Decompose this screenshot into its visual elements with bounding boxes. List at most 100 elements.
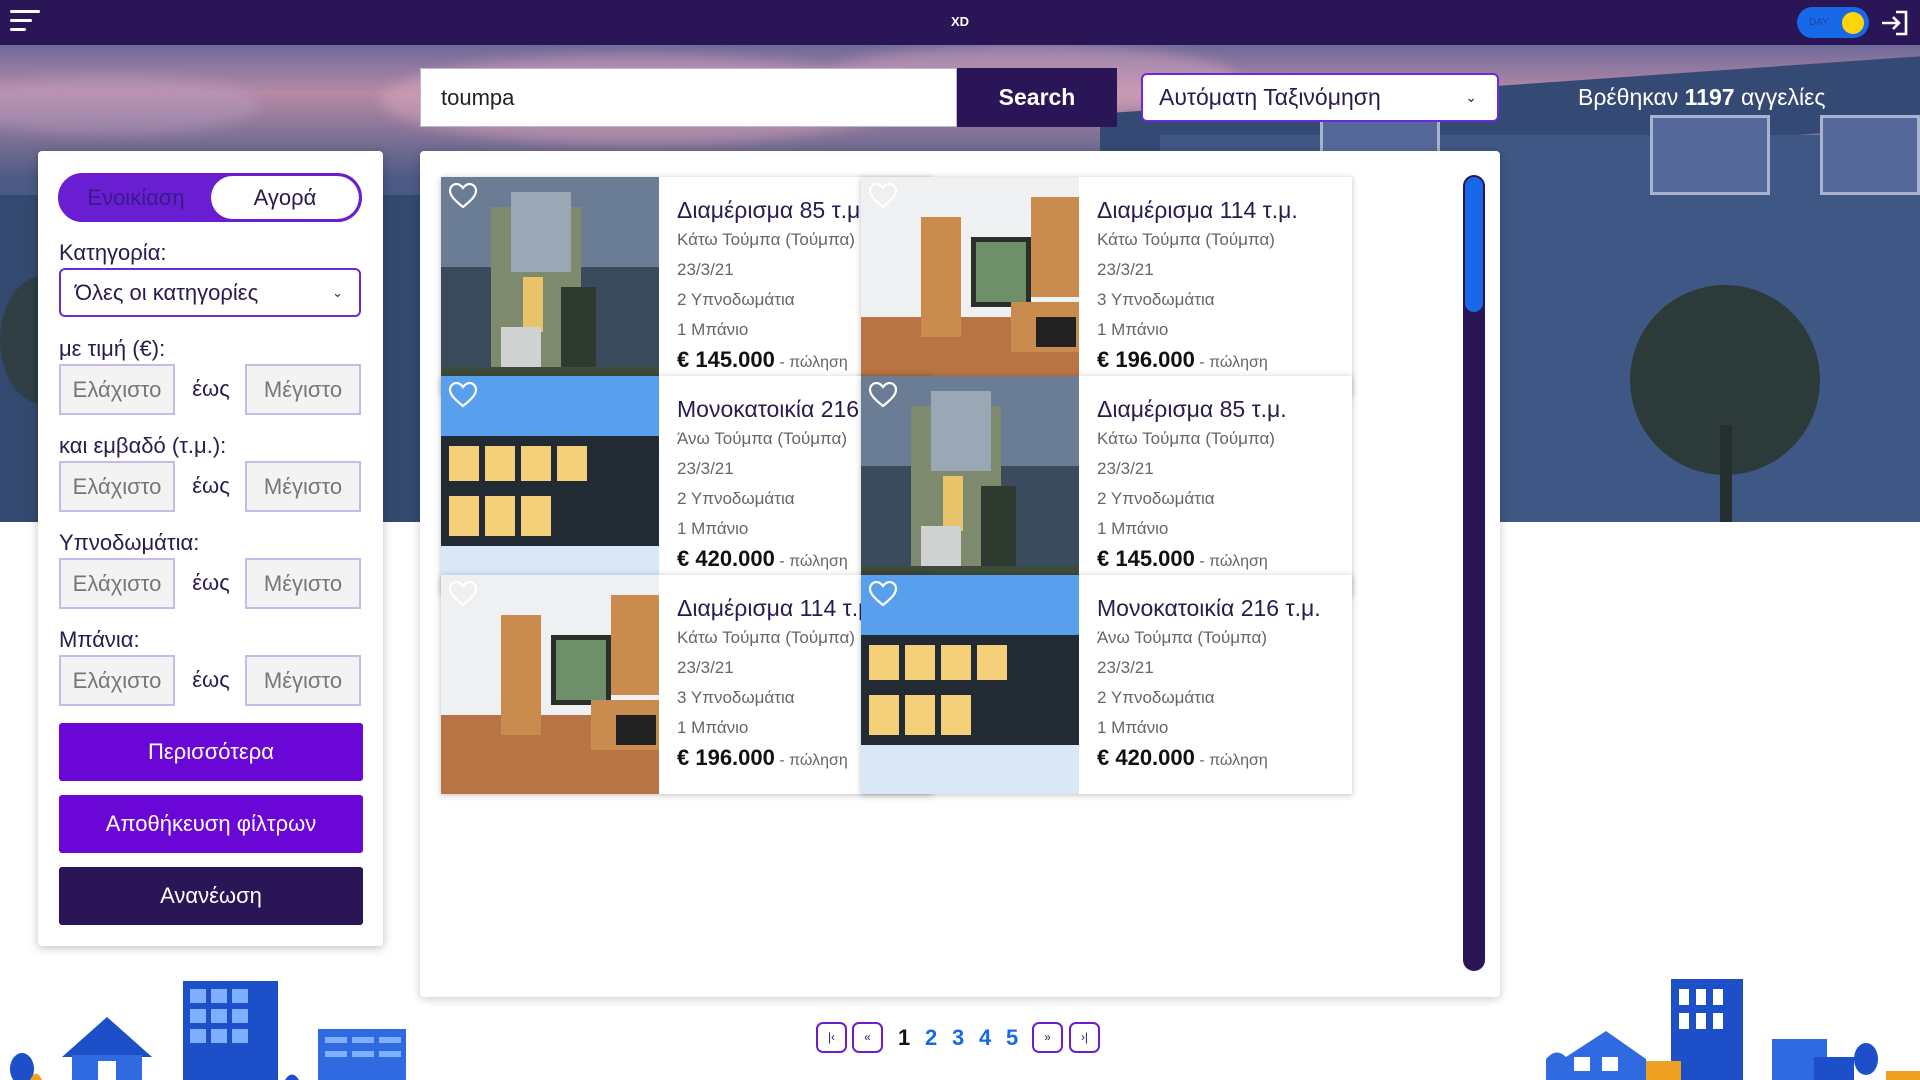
more-filters-button[interactable]: Περισσότερα [59,723,363,781]
bathrooms-label: Μπάνια: [59,627,140,652]
heart-icon[interactable] [449,382,477,408]
heart-icon[interactable] [449,183,477,209]
category-label: Κατηγορία: [59,240,167,265]
results-count: Βρέθηκαν 1197 αγγελίες [1578,84,1825,111]
price-to-label: έως [192,376,230,401]
listing-price: € 196.000 [1097,347,1195,372]
results-prefix: Βρέθηκαν [1578,84,1679,110]
theme-toggle[interactable]: DAY [1797,7,1869,38]
listing-price: € 145.000 [677,347,775,372]
listing-location: Κάτω Τούμπα (Τούμπα) [1097,230,1275,249]
sort-selected-label: Αυτόματη Ταξινόμηση [1159,84,1381,110]
listing-date: 23/3/21 [1097,459,1154,478]
bathrooms-max-input[interactable]: Μέγιστο [245,655,361,706]
area-to-label: έως [192,473,230,498]
listing-card[interactable]: Μονοκατοικία 216 τ.μ. Άνω Τούμπα (Τούμπα)… [861,575,1352,794]
listing-title[interactable]: Μονοκατοικία 216 τ.μ. [1097,593,1342,623]
listing-price-type: - πώληση [774,354,848,371]
page-number-5[interactable]: 5 [1006,1025,1018,1051]
listing-price-type: - πώληση [774,752,848,769]
page-number-4[interactable]: 4 [979,1025,991,1051]
last-page-button[interactable]: ›| [1069,1022,1100,1053]
price-label: με τιμή (€): [59,336,166,361]
listing-card[interactable]: Διαμέρισμα 114 τ.μ. Κάτω Τούμπα (Τούμπα) 2… [861,177,1352,396]
listing-bathrooms: 1 Μπάνιο [1097,320,1169,339]
listing-price: € 145.000 [1097,546,1195,571]
first-page-button[interactable]: |‹ [816,1022,847,1053]
bedrooms-to-label: έως [192,570,230,595]
sun-icon [1842,12,1864,34]
listing-price-type: - πώληση [1194,354,1268,371]
listing-price: € 420.000 [1097,745,1195,770]
listing-title[interactable]: Διαμέρισμα 114 τ.μ. [1097,195,1342,225]
listing-price: € 420.000 [677,546,775,571]
save-filters-button[interactable]: Αποθήκευση φίλτρων [59,795,363,853]
listing-card[interactable]: Διαμέρισμα 85 τ.μ. Κάτω Τούμπα (Τούμπα) 23… [861,376,1352,595]
listing-bathrooms: 1 Μπάνιο [1097,519,1169,538]
area-label: και εμβαδό (τ.μ.): [59,433,227,458]
chevron-down-icon: ⌄ [332,285,343,300]
listing-photo[interactable] [861,177,1079,396]
listing-bathrooms: 1 Μπάνιο [1097,718,1169,737]
listing-location: Κάτω Τούμπα (Τούμπα) [1097,429,1275,448]
price-min-input[interactable]: Ελάχιστο [59,364,175,415]
refresh-button[interactable]: Ανανέωση [59,867,363,925]
city-illustration-right [1546,969,1920,1080]
listings-scrollbar[interactable] [1463,175,1485,971]
heart-icon[interactable] [869,382,897,408]
filter-panel: Ενοικίαση Αγορά Κατηγορία: Όλες οι κατηγ… [38,151,383,946]
listing-photo[interactable] [441,575,659,794]
listing-price-row: € 420.000 - πώληση [1097,745,1342,771]
chevron-down-icon: ⌄ [1465,89,1477,105]
listings-panel: Διαμέρισμα 85 τ.μ. Κάτω Τούμπα (Τούμπα) 23… [420,151,1500,997]
bedrooms-max-input[interactable]: Μέγιστο [245,558,361,609]
listing-bedrooms: 2 Υπνοδωμάτια [1097,489,1215,508]
listing-location: Άνω Τούμπα (Τούμπα) [1097,628,1268,647]
bathrooms-to-label: έως [192,667,230,692]
search-input[interactable] [420,68,957,127]
listing-photo[interactable] [861,376,1079,595]
bedrooms-label: Υπνοδωμάτια: [59,530,200,555]
prev-page-button[interactable]: « [852,1022,883,1053]
mode-option-rent[interactable]: Ενοικίαση [61,176,211,219]
page-number-3[interactable]: 3 [952,1025,964,1051]
listing-title[interactable]: Διαμέρισμα 85 τ.μ. [1097,394,1342,424]
listing-price-row: € 145.000 - πώληση [1097,546,1342,572]
listing-photo[interactable] [441,376,659,595]
listing-price-type: - πώληση [1194,553,1268,570]
sort-select[interactable]: Αυτόματη Ταξινόμηση ⌄ [1141,73,1499,122]
login-icon[interactable] [1880,9,1910,37]
listing-date: 23/3/21 [1097,260,1154,279]
page-number-2[interactable]: 2 [925,1025,937,1051]
heart-icon[interactable] [449,581,477,607]
price-max-input[interactable]: Μέγιστο [245,364,361,415]
category-select[interactable]: Όλες οι κατηγορίες ⌄ [59,268,361,317]
listing-date: 23/3/21 [1097,658,1154,677]
listing-bedrooms: 3 Υπνοδωμάτια [1097,290,1215,309]
listing-card[interactable]: Διαμέρισμα 85 τ.μ. Κάτω Τούμπα (Τούμπα) 23… [441,177,932,396]
search-button[interactable]: Search [957,68,1117,127]
results-count-number: 1197 [1684,84,1735,110]
next-page-button[interactable]: » [1032,1022,1063,1053]
mode-option-buy[interactable]: Αγορά [211,176,359,219]
theme-toggle-label: DAY [1809,17,1829,28]
top-bar: XD DAY [0,0,1920,45]
page-number-1[interactable]: 1 [898,1025,910,1051]
area-min-input[interactable]: Ελάχιστο [59,461,175,512]
listing-card[interactable]: Διαμέρισμα 114 τ.μ. Κάτω Τούμπα (Τούμπα) 2… [441,575,932,794]
scrollbar-thumb[interactable] [1465,177,1483,312]
area-max-input[interactable]: Μέγιστο [245,461,361,512]
heart-icon[interactable] [869,183,897,209]
listing-mode-toggle[interactable]: Ενοικίαση Αγορά [58,173,362,222]
results-suffix: αγγελίες [1740,84,1826,110]
listing-photo[interactable] [441,177,659,396]
listing-price-type: - πώληση [774,553,848,570]
listing-card[interactable]: Μονοκατοικία 216 τ.μ. Άνω Τούμπα (Τούμπα)… [441,376,932,595]
listing-photo[interactable] [861,575,1079,794]
bathrooms-min-input[interactable]: Ελάχιστο [59,655,175,706]
listing-price-type: - πώληση [1194,752,1268,769]
heart-icon[interactable] [869,581,897,607]
city-illustration-left [0,969,413,1080]
bedrooms-min-input[interactable]: Ελάχιστο [59,558,175,609]
app-title: XD [950,14,970,29]
